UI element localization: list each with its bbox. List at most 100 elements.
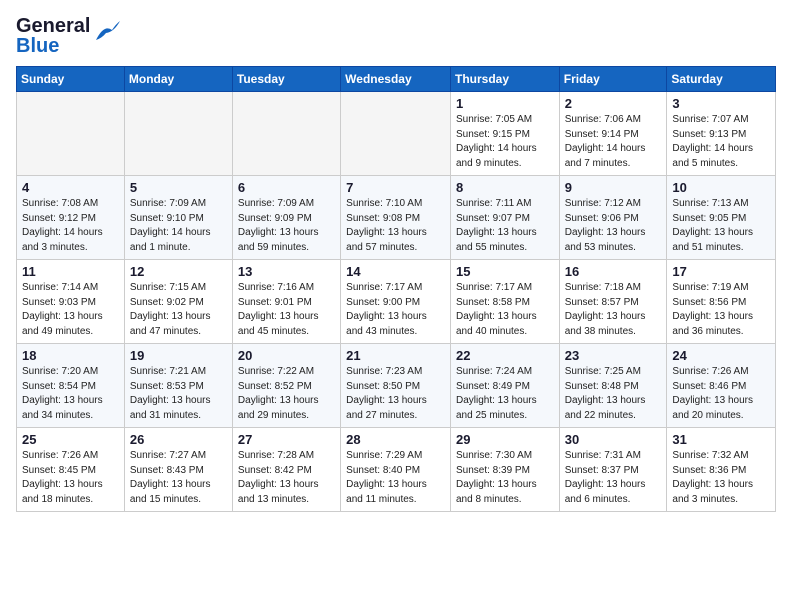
day-info: Sunrise: 7:22 AM Sunset: 8:52 PM Dayligh…: [238, 365, 335, 423]
day-number: 8: [456, 180, 554, 195]
calendar-cell: 14 Sunrise: 7:17 AM Sunset: 9:00 PM Dayli…: [341, 260, 451, 344]
calendar-cell: [17, 92, 125, 176]
calendar-cell: 26 Sunrise: 7:27 AM Sunset: 8:43 PM Dayli…: [124, 428, 232, 512]
day-info: Sunrise: 7:14 AM Sunset: 9:03 PM Dayligh…: [22, 281, 119, 339]
day-number: 7: [346, 180, 445, 195]
calendar-cell: 11Sunrise: 7:14 AM Sunset: 9:03 PM Dayli…: [17, 260, 125, 344]
day-info: Sunrise: 7:20 AM Sunset: 8:54 PM Dayligh…: [22, 365, 119, 423]
day-number: 3: [672, 96, 770, 111]
calendar-cell: [124, 92, 232, 176]
day-info: Sunrise: 7:32 AM Sunset: 8:36 PM Dayligh…: [672, 449, 770, 507]
week-row-3: 11Sunrise: 7:14 AM Sunset: 9:03 PM Dayli…: [17, 260, 776, 344]
day-number: 19: [130, 348, 227, 363]
day-info: Sunrise: 7:15 AM Sunset: 9:02 PM Dayligh…: [130, 281, 227, 339]
column-header-tuesday: Tuesday: [232, 67, 340, 92]
calendar-cell: 21 Sunrise: 7:23 AM Sunset: 8:50 PM Dayli…: [341, 344, 451, 428]
calendar-cell: 5Sunrise: 7:09 AM Sunset: 9:10 PM Daylig…: [124, 176, 232, 260]
day-info: Sunrise: 7:26 AM Sunset: 8:46 PM Dayligh…: [672, 365, 770, 423]
calendar-cell: 28 Sunrise: 7:29 AM Sunset: 8:40 PM Dayli…: [341, 428, 451, 512]
day-number: 13: [238, 264, 335, 279]
day-number: 29: [456, 432, 554, 447]
day-info: Sunrise: 7:16 AM Sunset: 9:01 PM Dayligh…: [238, 281, 335, 339]
day-number: 5: [130, 180, 227, 195]
logo-general: General: [16, 16, 90, 36]
calendar-cell: [341, 92, 451, 176]
calendar-cell: 6Sunrise: 7:09 AM Sunset: 9:09 PM Daylig…: [232, 176, 340, 260]
day-number: 9: [565, 180, 662, 195]
calendar-cell: 1 Sunrise: 7:05 AM Sunset: 9:15 PM Daylig…: [450, 92, 559, 176]
day-info: Sunrise: 7:24 AM Sunset: 8:49 PM Dayligh…: [456, 365, 554, 423]
column-header-friday: Friday: [559, 67, 667, 92]
day-number: 20: [238, 348, 335, 363]
calendar-cell: 12 Sunrise: 7:15 AM Sunset: 9:02 PM Dayli…: [124, 260, 232, 344]
day-number: 10: [672, 180, 770, 195]
day-info: Sunrise: 7:28 AM Sunset: 8:42 PM Dayligh…: [238, 449, 335, 507]
day-info: Sunrise: 7:11 AM Sunset: 9:07 PM Dayligh…: [456, 197, 554, 255]
calendar-cell: 25 Sunrise: 7:26 AM Sunset: 8:45 PM Dayli…: [17, 428, 125, 512]
calendar-cell: 27Sunrise: 7:28 AM Sunset: 8:42 PM Dayli…: [232, 428, 340, 512]
day-number: 17: [672, 264, 770, 279]
day-info: Sunrise: 7:23 AM Sunset: 8:50 PM Dayligh…: [346, 365, 445, 423]
day-number: 24: [672, 348, 770, 363]
week-row-2: 4Sunrise: 7:08 AM Sunset: 9:12 PM Daylig…: [17, 176, 776, 260]
day-number: 30: [565, 432, 662, 447]
day-info: Sunrise: 7:18 AM Sunset: 8:57 PM Dayligh…: [565, 281, 662, 339]
day-info: Sunrise: 7:21 AM Sunset: 8:53 PM Dayligh…: [130, 365, 227, 423]
calendar-cell: 4Sunrise: 7:08 AM Sunset: 9:12 PM Daylig…: [17, 176, 125, 260]
calendar-cell: 15 Sunrise: 7:17 AM Sunset: 8:58 PM Dayli…: [450, 260, 559, 344]
logo-bird-icon: [92, 20, 120, 42]
calendar-cell: 13 Sunrise: 7:16 AM Sunset: 9:01 PM Dayli…: [232, 260, 340, 344]
day-info: Sunrise: 7:25 AM Sunset: 8:48 PM Dayligh…: [565, 365, 662, 423]
day-number: 26: [130, 432, 227, 447]
calendar-cell: 30 Sunrise: 7:31 AM Sunset: 8:37 PM Dayli…: [559, 428, 667, 512]
day-number: 23: [565, 348, 662, 363]
calendar-cell: 3 Sunrise: 7:07 AM Sunset: 9:13 PM Daylig…: [667, 92, 776, 176]
day-number: 31: [672, 432, 770, 447]
calendar-cell: [232, 92, 340, 176]
day-info: Sunrise: 7:06 AM Sunset: 9:14 PM Dayligh…: [565, 113, 662, 171]
day-info: Sunrise: 7:07 AM Sunset: 9:13 PM Dayligh…: [672, 113, 770, 171]
day-info: Sunrise: 7:29 AM Sunset: 8:40 PM Dayligh…: [346, 449, 445, 507]
page-header: General Blue: [16, 16, 776, 56]
column-header-monday: Monday: [124, 67, 232, 92]
day-info: Sunrise: 7:10 AM Sunset: 9:08 PM Dayligh…: [346, 197, 445, 255]
day-info: Sunrise: 7:27 AM Sunset: 8:43 PM Dayligh…: [130, 449, 227, 507]
calendar-table: SundayMondayTuesdayWednesdayThursdayFrid…: [16, 66, 776, 512]
column-header-saturday: Saturday: [667, 67, 776, 92]
day-number: 21: [346, 348, 445, 363]
calendar-cell: 8 Sunrise: 7:11 AM Sunset: 9:07 PM Daylig…: [450, 176, 559, 260]
logo-blue: Blue: [16, 36, 90, 56]
day-info: Sunrise: 7:13 AM Sunset: 9:05 PM Dayligh…: [672, 197, 770, 255]
day-info: Sunrise: 7:26 AM Sunset: 8:45 PM Dayligh…: [22, 449, 119, 507]
week-row-5: 25 Sunrise: 7:26 AM Sunset: 8:45 PM Dayli…: [17, 428, 776, 512]
calendar-header-row: SundayMondayTuesdayWednesdayThursdayFrid…: [17, 67, 776, 92]
day-number: 18: [22, 348, 119, 363]
day-number: 4: [22, 180, 119, 195]
day-info: Sunrise: 7:17 AM Sunset: 8:58 PM Dayligh…: [456, 281, 554, 339]
calendar-cell: 22Sunrise: 7:24 AM Sunset: 8:49 PM Dayli…: [450, 344, 559, 428]
day-info: Sunrise: 7:05 AM Sunset: 9:15 PM Dayligh…: [456, 113, 554, 171]
day-number: 28: [346, 432, 445, 447]
day-number: 14: [346, 264, 445, 279]
calendar-cell: 23 Sunrise: 7:25 AM Sunset: 8:48 PM Dayli…: [559, 344, 667, 428]
day-number: 2: [565, 96, 662, 111]
logo-container: General Blue: [16, 16, 120, 56]
column-header-wednesday: Wednesday: [341, 67, 451, 92]
calendar-cell: 29 Sunrise: 7:30 AM Sunset: 8:39 PM Dayli…: [450, 428, 559, 512]
day-number: 15: [456, 264, 554, 279]
calendar-cell: 7 Sunrise: 7:10 AM Sunset: 9:08 PM Daylig…: [341, 176, 451, 260]
day-number: 12: [130, 264, 227, 279]
day-info: Sunrise: 7:17 AM Sunset: 9:00 PM Dayligh…: [346, 281, 445, 339]
day-info: Sunrise: 7:30 AM Sunset: 8:39 PM Dayligh…: [456, 449, 554, 507]
day-info: Sunrise: 7:31 AM Sunset: 8:37 PM Dayligh…: [565, 449, 662, 507]
calendar-cell: 9Sunrise: 7:12 AM Sunset: 9:06 PM Daylig…: [559, 176, 667, 260]
day-number: 16: [565, 264, 662, 279]
calendar-cell: 19 Sunrise: 7:21 AM Sunset: 8:53 PM Dayli…: [124, 344, 232, 428]
day-number: 1: [456, 96, 554, 111]
calendar-cell: 24 Sunrise: 7:26 AM Sunset: 8:46 PM Dayli…: [667, 344, 776, 428]
day-number: 25: [22, 432, 119, 447]
column-header-sunday: Sunday: [17, 67, 125, 92]
logo: General Blue: [16, 16, 120, 56]
calendar-cell: 20 Sunrise: 7:22 AM Sunset: 8:52 PM Dayli…: [232, 344, 340, 428]
calendar-cell: 16 Sunrise: 7:18 AM Sunset: 8:57 PM Dayli…: [559, 260, 667, 344]
